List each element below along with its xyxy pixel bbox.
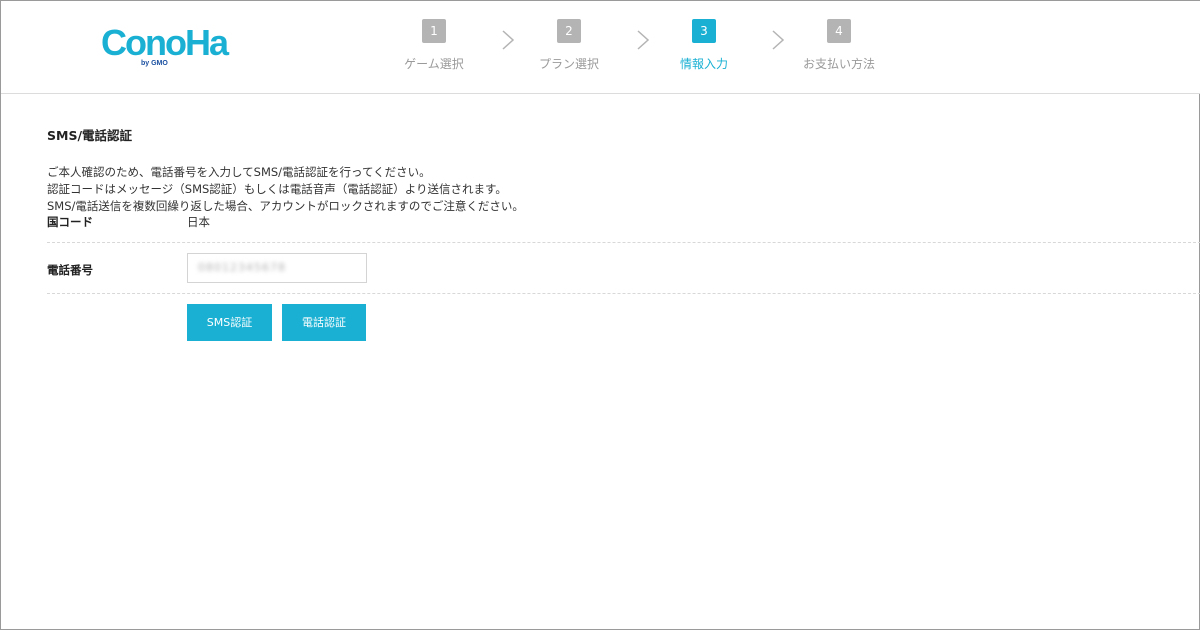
description-line: 認証コードはメッセージ（SMS認証）もしくは電話音声（電話認証）より送信されます…: [47, 182, 507, 196]
header: ConoHa by GMO 1 ゲーム選択 2 プラン選択 3 情報入力 4 お…: [1, 1, 1200, 94]
step-1: 1 ゲーム選択: [374, 19, 494, 72]
step-label: 情報入力: [679, 57, 728, 71]
step-number: 4: [827, 19, 851, 43]
phone-number-value: 08012345678: [198, 261, 286, 274]
page-frame: ConoHa by GMO 1 ゲーム選択 2 プラン選択 3 情報入力 4 お…: [0, 0, 1200, 630]
section-title: SMS/電話認証: [47, 128, 133, 143]
phone-number-input[interactable]: 08012345678: [187, 253, 367, 283]
divider: [47, 242, 1200, 243]
country-code-value: 日本: [187, 215, 210, 229]
step-label: ゲーム選択: [404, 57, 464, 71]
description: ご本人確認のため、電話番号を入力してSMS/電話認証を行ってください。 認証コー…: [47, 164, 524, 215]
step-3: 3 情報入力: [644, 19, 764, 72]
svg-text:ConoHa: ConoHa: [101, 22, 230, 63]
sms-verify-button[interactable]: SMS認証: [187, 304, 272, 341]
step-number: 3: [692, 19, 716, 43]
description-line: ご本人確認のため、電話番号を入力してSMS/電話認証を行ってください。: [47, 165, 431, 179]
step-label: お支払い方法: [802, 57, 875, 71]
phone-verify-button[interactable]: 電話認証: [282, 304, 366, 341]
phone-number-label: 電話番号: [47, 263, 93, 277]
step-label: プラン選択: [538, 57, 599, 71]
country-code-label: 国コード: [47, 215, 93, 229]
conoha-logo[interactable]: ConoHa by GMO: [101, 21, 231, 67]
step-number: 1: [422, 19, 446, 43]
step-2: 2 プラン選択: [509, 19, 629, 72]
step-4: 4 お支払い方法: [779, 19, 899, 72]
description-line: SMS/電話送信を複数回繰り返した場合、アカウントがロックされますのでご注意くだ…: [47, 199, 524, 213]
svg-text:by GMO: by GMO: [141, 60, 168, 67]
divider: [47, 293, 1200, 294]
step-number: 2: [557, 19, 581, 43]
